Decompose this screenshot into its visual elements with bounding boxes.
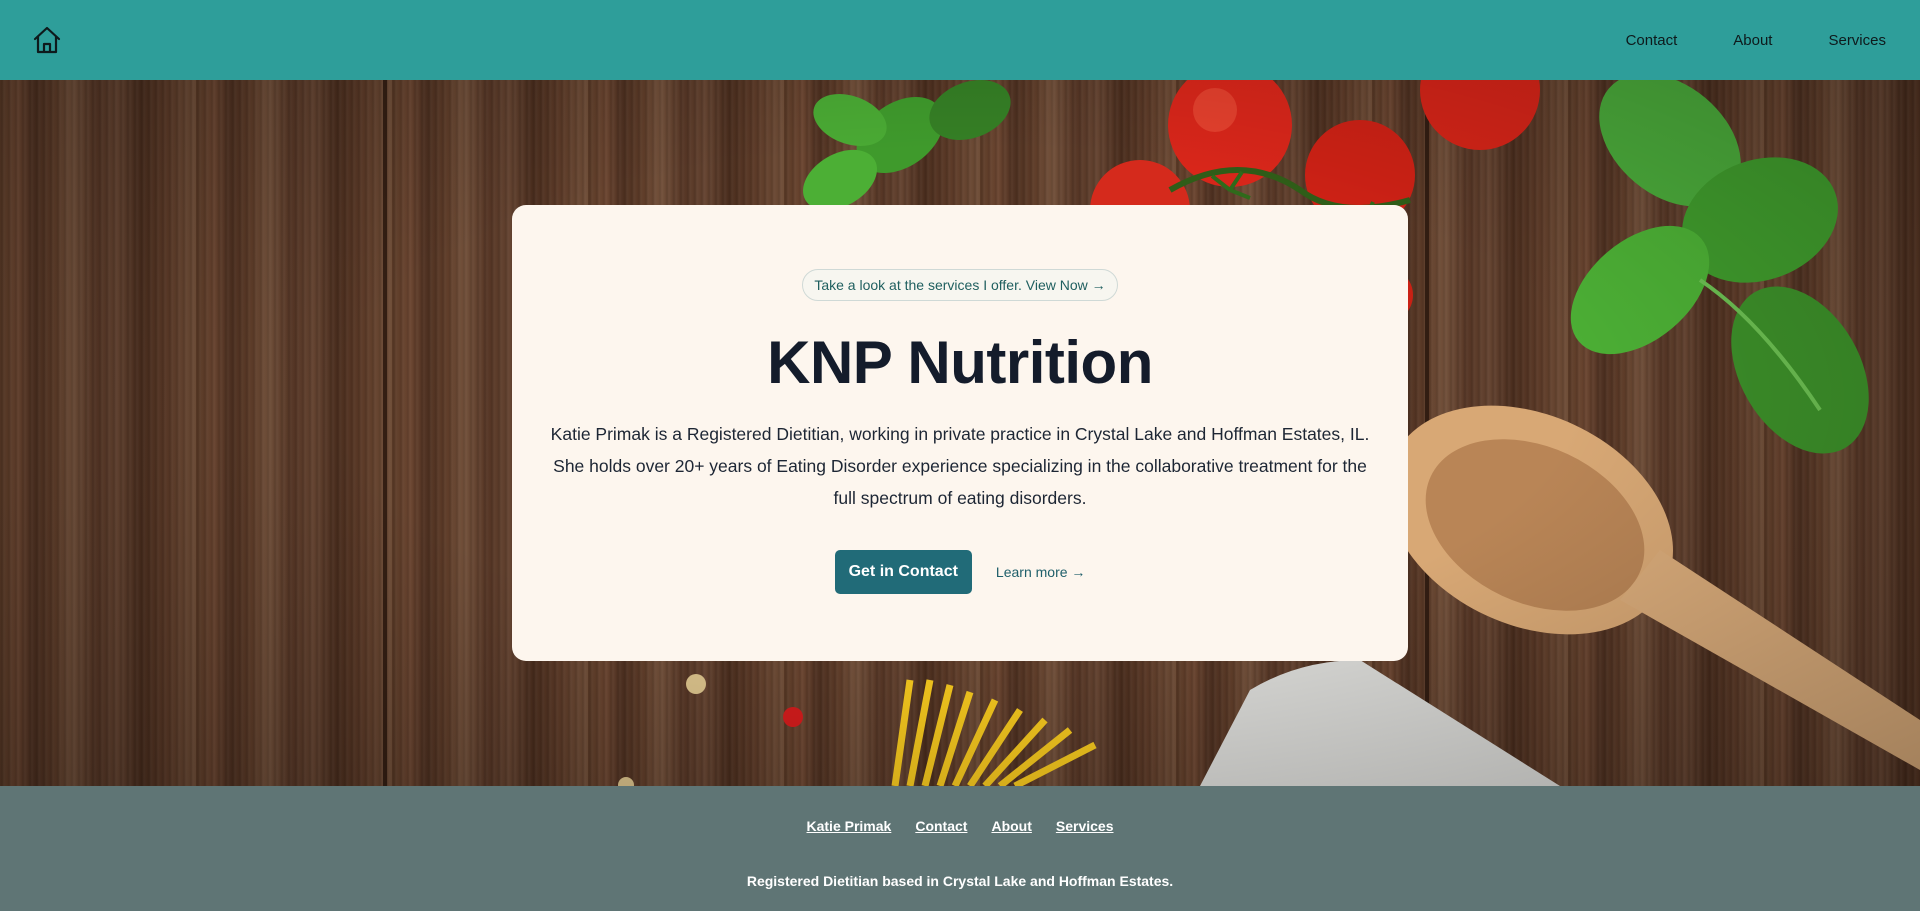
nav-services[interactable]: Services xyxy=(1828,32,1886,49)
learn-more-link[interactable]: Learn more → xyxy=(996,564,1085,580)
footer-link-katie-primak[interactable]: Katie Primak xyxy=(807,818,892,834)
site-header: Contact About Services xyxy=(0,0,1920,80)
services-announcement-pill[interactable]: Take a look at the services I offer. Vie… xyxy=(802,269,1118,301)
footer-nav: Katie Primak Contact About Services xyxy=(807,818,1114,834)
footer-tagline: Registered Dietitian based in Crystal La… xyxy=(746,873,1174,889)
footer-link-about[interactable]: About xyxy=(991,818,1031,834)
hero-description: Katie Primak is a Registered Dietitian, … xyxy=(550,424,1370,508)
page-title: KNP Nutrition xyxy=(767,329,1153,396)
footer-link-contact[interactable]: Contact xyxy=(915,818,967,834)
hero-card: Take a look at the services I offer. Vie… xyxy=(512,205,1408,661)
hero-actions: Get in Contact Learn more → xyxy=(834,550,1085,594)
site-footer: Katie Primak Contact About Services Regi… xyxy=(0,786,1920,911)
get-in-contact-button[interactable]: Get in Contact xyxy=(834,550,972,594)
house-icon xyxy=(33,26,61,54)
nav-about[interactable]: About xyxy=(1733,32,1772,49)
nav-contact[interactable]: Contact xyxy=(1626,32,1678,49)
footer-link-services[interactable]: Services xyxy=(1056,818,1114,834)
home-link[interactable] xyxy=(32,25,62,55)
main-nav: Contact About Services xyxy=(1570,32,1886,49)
